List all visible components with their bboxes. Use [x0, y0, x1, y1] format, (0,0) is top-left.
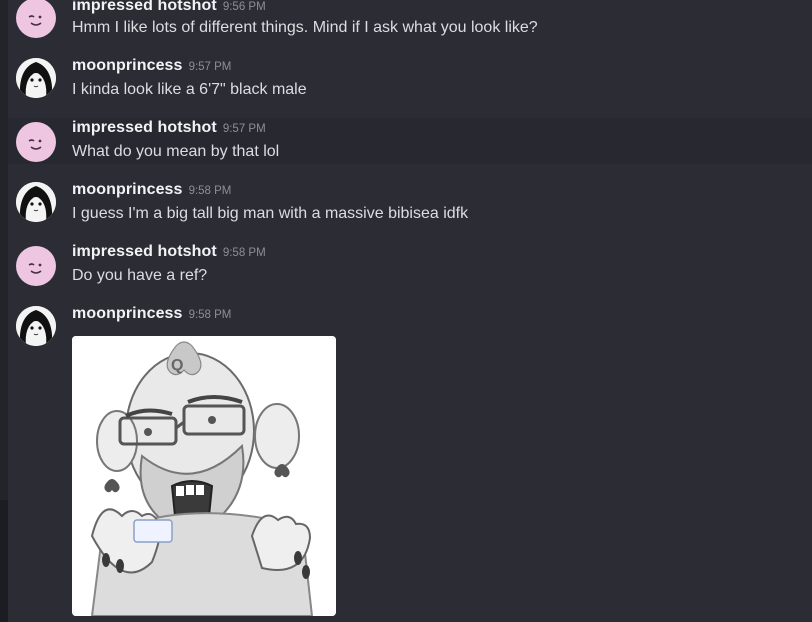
username[interactable]: moonprincess [72, 57, 183, 74]
q-letter: Q [171, 357, 183, 374]
message-row: impressed hotshot 9:58 PM Do you have a r… [8, 242, 812, 302]
username[interactable]: moonprincess [72, 305, 183, 322]
message-row: moonprincess 9:58 PM I guess I'm a big ta… [8, 180, 812, 240]
avatar[interactable] [16, 246, 56, 286]
username[interactable]: moonprincess [72, 181, 183, 198]
chat-messages: impressed hotshot 9:56 PM Hmm I like lots… [8, 0, 812, 622]
message-row: moonprincess 9:57 PM I kinda look like a … [8, 56, 812, 116]
anime-girl-avatar-icon [16, 58, 56, 98]
username[interactable]: impressed hotshot [72, 0, 217, 14]
message-text: Do you have a ref? [72, 267, 208, 284]
message-row: impressed hotshot 9:56 PM Hmm I like lots… [8, 0, 812, 40]
avatar[interactable] [16, 0, 56, 38]
username[interactable]: impressed hotshot [72, 243, 217, 260]
username[interactable]: impressed hotshot [72, 119, 217, 136]
timestamp: 9:58 PM [188, 185, 232, 197]
image-attachment[interactable]: Q [72, 336, 336, 616]
avatar[interactable] [16, 58, 56, 98]
message-text: Hmm I like lots of different things. Min… [72, 19, 538, 36]
message-row: impressed hotshot 9:57 PM What do you mea… [8, 118, 812, 164]
message-text: What do you mean by that lol [72, 143, 280, 160]
avatar[interactable] [16, 182, 56, 222]
avatar[interactable] [16, 306, 56, 346]
anime-girl-avatar-icon [16, 306, 56, 346]
left-strip-bottom [0, 500, 8, 622]
message-text: I guess I'm a big tall big man with a ma… [72, 205, 469, 222]
message-text: I kinda look like a 6'7" black male [72, 81, 307, 98]
timestamp: 9:58 PM [222, 247, 266, 259]
cartoon-drawing-image: Q [72, 336, 336, 616]
wink-face-icon [28, 15, 42, 26]
timestamp: 9:58 PM [188, 309, 232, 321]
timestamp: 9:56 PM [222, 1, 266, 13]
wink-face-icon [28, 139, 42, 150]
timestamp: 9:57 PM [222, 123, 266, 135]
anime-girl-avatar-icon [16, 182, 56, 222]
wink-face-icon [28, 263, 42, 274]
avatar[interactable] [16, 122, 56, 162]
timestamp: 9:57 PM [188, 61, 232, 73]
